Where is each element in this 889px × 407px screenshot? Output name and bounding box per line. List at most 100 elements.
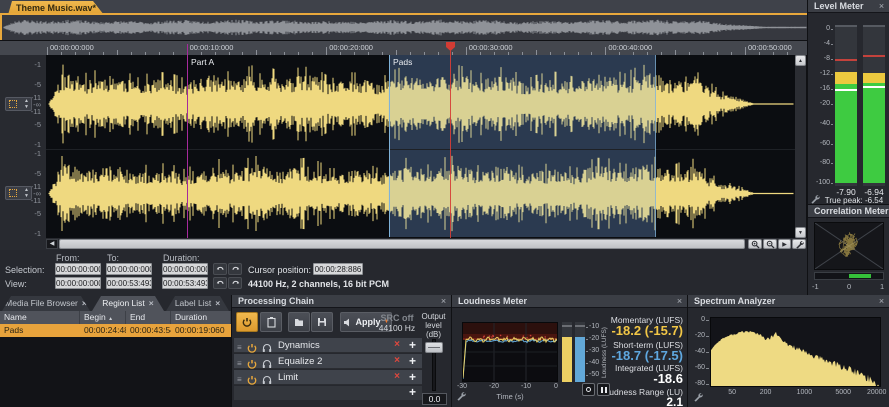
- close-icon[interactable]: ×: [674, 295, 685, 308]
- level-scale-tick: [831, 163, 833, 164]
- spectrum-db-tick: [706, 384, 709, 385]
- vscroll-up-button[interactable]: ▲: [795, 55, 806, 66]
- column-header-name[interactable]: Name: [0, 311, 80, 324]
- tab-close-icon[interactable]: ×: [149, 298, 154, 308]
- loudness-reset-button[interactable]: [582, 383, 595, 396]
- drag-handle-icon[interactable]: ≡: [237, 340, 242, 355]
- ruler-time-label: 00:00:20:000: [329, 43, 373, 52]
- output-slider-thumb[interactable]: [425, 342, 443, 353]
- list-tab-label-list[interactable]: Label List×: [166, 296, 229, 311]
- close-icon[interactable]: ×: [876, 295, 887, 308]
- tab-close-icon[interactable]: ×: [215, 298, 220, 308]
- hscroll-thumb[interactable]: [59, 239, 745, 249]
- meter-green-zone: [863, 83, 885, 183]
- chain-module-row[interactable]: ≡Equalize 2×+: [234, 354, 422, 369]
- selection-undo-button[interactable]: [213, 263, 227, 275]
- chain-add-row[interactable]: +: [234, 386, 422, 400]
- list-panel: Media File Browser×Region List×Label Lis…: [0, 295, 231, 407]
- module-remove-button[interactable]: ×: [394, 371, 400, 382]
- module-insert-button[interactable]: +: [409, 370, 416, 384]
- waveform-vscroll-track[interactable]: [795, 55, 806, 238]
- hscroll-left-button[interactable]: ◀: [46, 239, 58, 249]
- module-insert-button[interactable]: +: [409, 354, 416, 368]
- column-header-duration[interactable]: Duration: [171, 311, 231, 324]
- view-redo-button[interactable]: [228, 277, 242, 289]
- channel-spinner-icon[interactable]: ▲▼: [24, 98, 29, 110]
- meter-yellow-zone: [835, 72, 857, 84]
- cursor-position-field[interactable]: [313, 263, 363, 275]
- spectrum-db-label: 0: [688, 316, 705, 323]
- module-remove-button[interactable]: ×: [394, 339, 400, 350]
- zoom-out-button[interactable]: [763, 239, 777, 249]
- chain-module-list: ≡Dynamics×+≡Equalize 2×+≡Limit×++: [232, 338, 424, 407]
- wrench-icon[interactable]: [456, 391, 466, 401]
- column-header-begin[interactable]: Begin ▲: [80, 311, 126, 324]
- chain-save-button[interactable]: [311, 312, 333, 332]
- magnifier-minus-icon: [766, 240, 775, 249]
- selection-from-field[interactable]: [55, 263, 101, 275]
- cell-duration: 00:00:19:060: [171, 324, 231, 337]
- redo-icon: [231, 279, 240, 287]
- chain-copy-button[interactable]: [260, 312, 282, 332]
- timeline-ruler[interactable]: 00:00:00:00000:00:10:00000:00:20:00000:0…: [0, 41, 807, 55]
- list-tab-region-list[interactable]: Region List×: [92, 296, 164, 311]
- chain-module-row[interactable]: ≡Dynamics×+: [234, 338, 422, 353]
- chain-open-button[interactable]: [288, 312, 310, 332]
- peak-hold-line: [835, 59, 857, 61]
- power-icon: [247, 343, 257, 353]
- vscroll-down-button[interactable]: ▼: [795, 227, 806, 238]
- loudness-meter-panel: Loudness Meter × -30-20-100 Time (s) -10…: [452, 295, 687, 407]
- view-undo-button[interactable]: [213, 277, 227, 289]
- close-icon[interactable]: ×: [876, 205, 887, 218]
- waveform-display[interactable]: [46, 55, 795, 238]
- part-a-marker-line[interactable]: [187, 44, 188, 238]
- format-info: 44100 Hz, 2 channels, 16 bit PCM: [248, 279, 389, 289]
- spectrum-db-tick: [706, 336, 709, 337]
- headphones-icon: [262, 359, 272, 369]
- level-scale-label: -12: [808, 70, 830, 77]
- selection-to-field[interactable]: [106, 263, 152, 275]
- view-duration-field[interactable]: [162, 277, 208, 289]
- wrench-icon[interactable]: [693, 392, 703, 402]
- db-scale-label: -1: [0, 149, 41, 158]
- module-insert-button[interactable]: +: [409, 338, 416, 352]
- list-tab-media-file-browser[interactable]: Media File Browser×: [2, 296, 90, 311]
- zoom-in-button[interactable]: [748, 239, 762, 249]
- processing-chain-panel: Processing Chain × Apply ▼ SRC off 44100…: [232, 295, 451, 407]
- chain-power-button[interactable]: [236, 312, 258, 332]
- add-module-button[interactable]: +: [409, 385, 416, 399]
- selection-duration-field[interactable]: [162, 263, 208, 275]
- channel2-header-button[interactable]: ▲▼: [5, 186, 32, 200]
- channel-spinner-icon[interactable]: ▲▼: [24, 187, 29, 199]
- close-icon[interactable]: ×: [438, 295, 449, 308]
- level-bar-left: [835, 25, 857, 186]
- tab-close-icon[interactable]: ×: [82, 298, 87, 308]
- overview-strip[interactable]: [0, 15, 807, 40]
- output-level-value[interactable]: 0.0: [422, 393, 447, 405]
- drag-handle-icon[interactable]: ≡: [237, 356, 242, 371]
- waveform-settings-button[interactable]: [792, 239, 806, 249]
- column-header-end[interactable]: End: [126, 311, 171, 324]
- table-row[interactable]: Pads00:00:24:48700:00:43:54700:00:19:060: [0, 324, 231, 337]
- loudness-pause-button[interactable]: [597, 383, 610, 396]
- wrench-icon[interactable]: [810, 194, 820, 204]
- magnifier-plus-icon: [751, 240, 760, 249]
- part-a-marker-label: Part A: [191, 57, 214, 67]
- drag-handle-icon[interactable]: ≡: [237, 372, 242, 387]
- channel1-header-button[interactable]: ▲▼: [5, 97, 32, 111]
- hscroll-right-button[interactable]: ▶: [778, 239, 791, 249]
- module-remove-button[interactable]: ×: [394, 355, 400, 366]
- ruler-tick: [326, 47, 327, 55]
- short-term-value: -18.7 (-17.5): [572, 348, 683, 363]
- chain-module-row[interactable]: ≡Limit×+: [234, 370, 422, 385]
- duration-header: Duration:: [163, 253, 200, 263]
- ruler-time-label: 00:00:00:000: [50, 43, 94, 52]
- selection-redo-button[interactable]: [228, 263, 242, 275]
- ruler-tick: [605, 47, 606, 55]
- view-to-field[interactable]: [106, 277, 152, 289]
- close-icon[interactable]: ×: [876, 0, 887, 13]
- level-bar-right: [863, 25, 885, 186]
- view-from-field[interactable]: [55, 277, 101, 289]
- level-scale-tick: [831, 124, 833, 125]
- level-scale-tick: [831, 89, 833, 90]
